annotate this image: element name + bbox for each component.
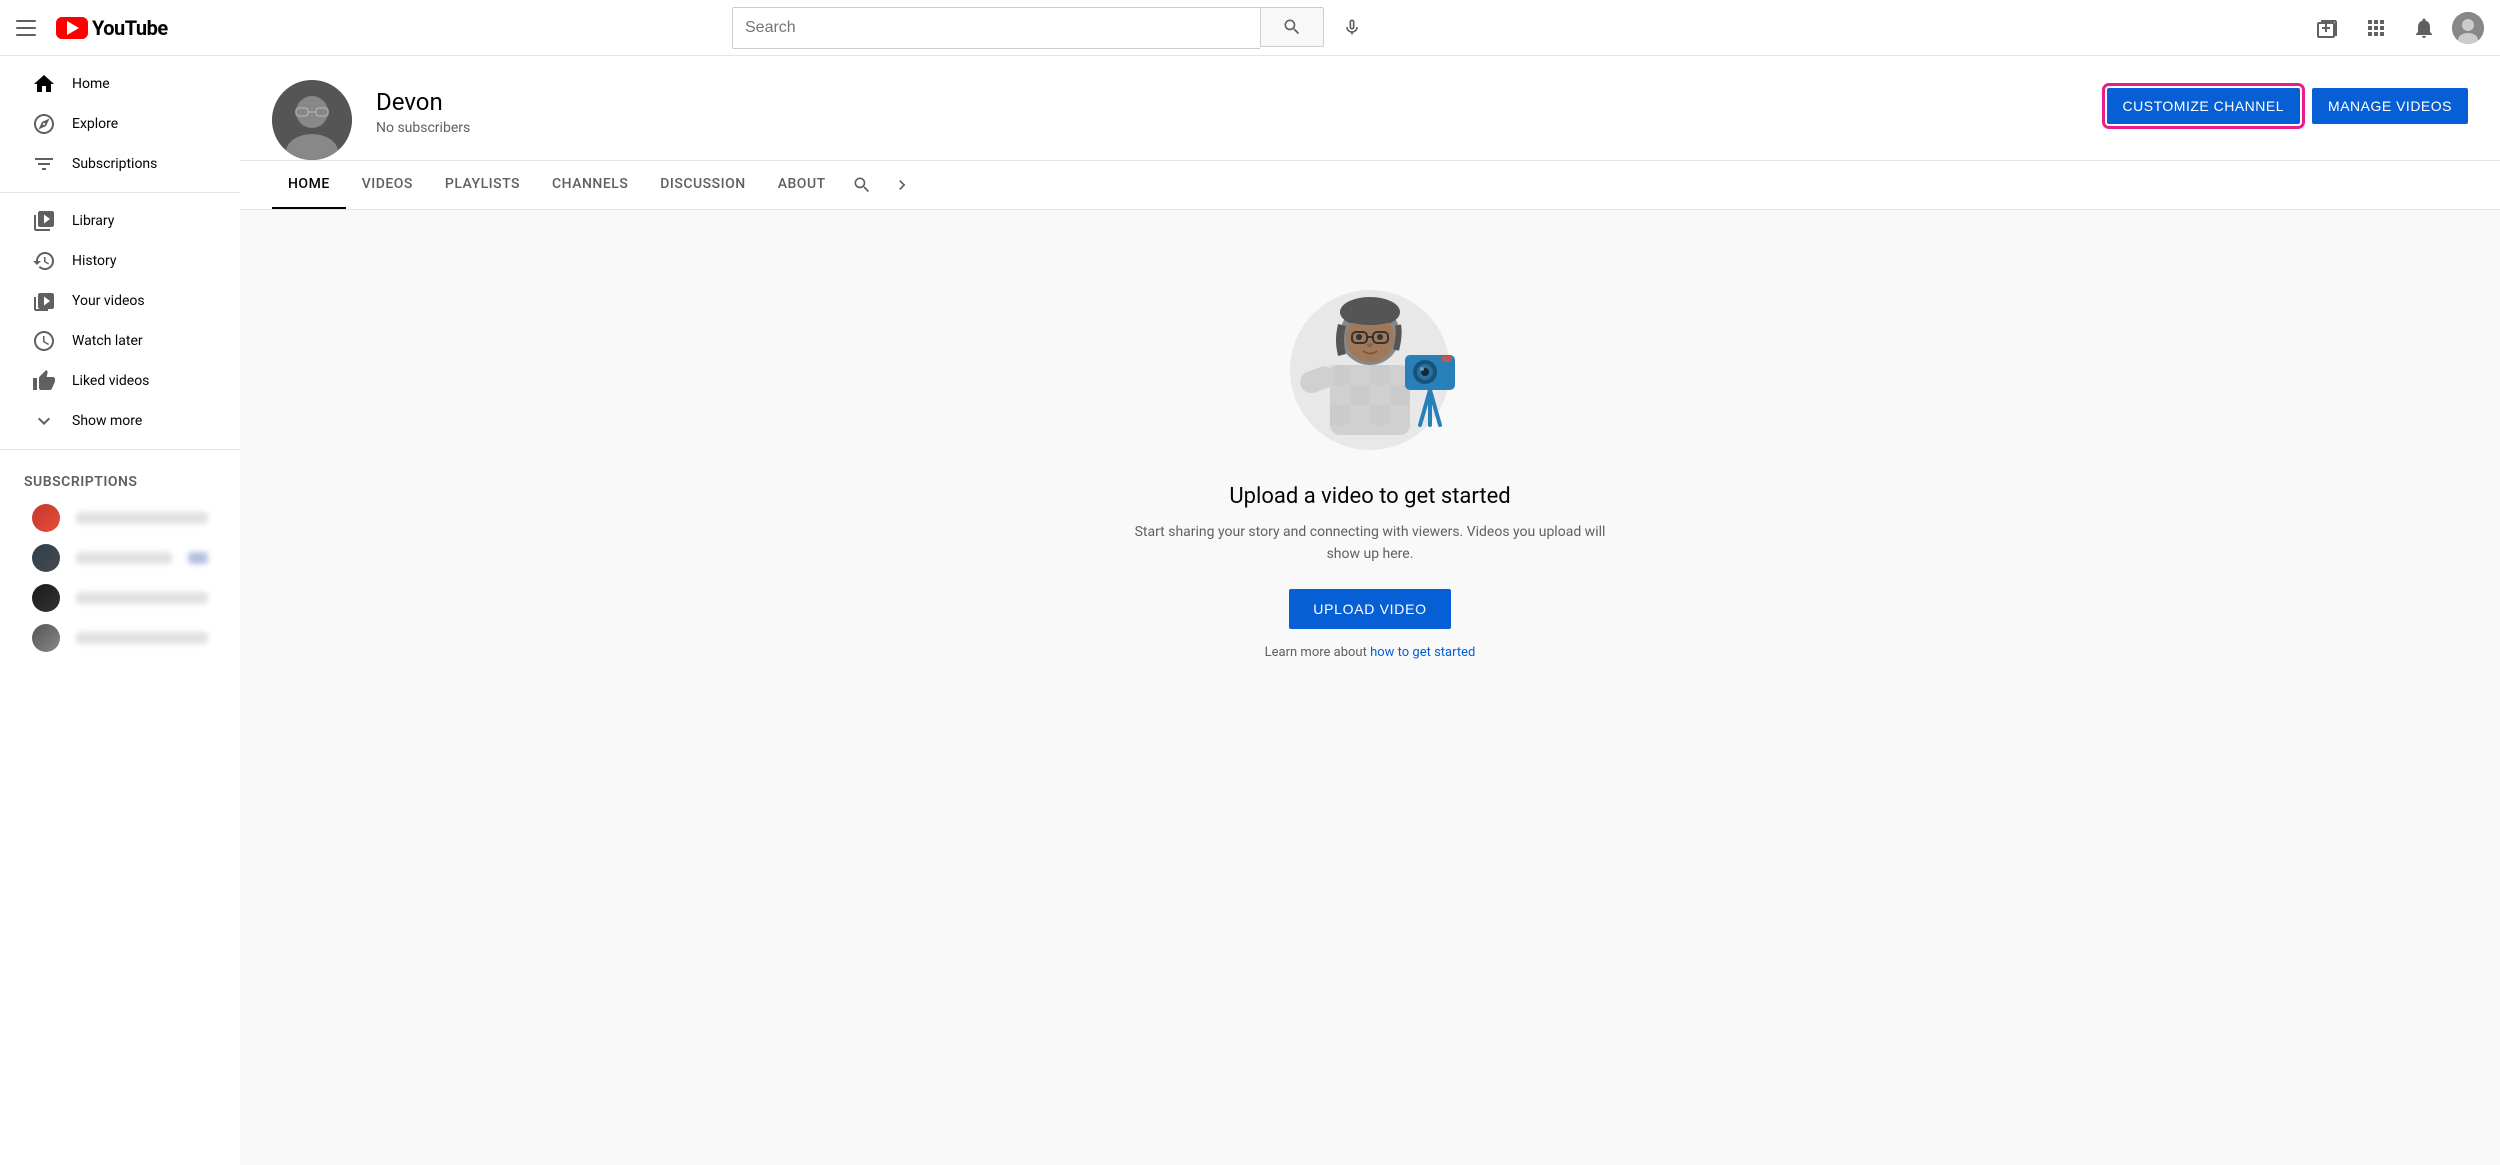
- yt-logo-icon: [56, 17, 88, 39]
- sidebar-divider-1: [0, 192, 240, 193]
- sub-label-3: [76, 592, 208, 604]
- channel-name: Devon: [376, 88, 2083, 116]
- channel-info: Devon No subscribers: [376, 80, 2083, 136]
- tab-chevron-right[interactable]: [882, 165, 922, 205]
- subscription-item-2[interactable]: [8, 538, 232, 578]
- sub-label-2: [76, 552, 172, 564]
- subscriptions-icon: [32, 152, 56, 176]
- tab-home[interactable]: HOME: [272, 161, 346, 209]
- sidebar-item-explore[interactable]: Explore: [8, 104, 232, 144]
- apps-icon: [2364, 16, 2388, 40]
- tab-search-button[interactable]: [842, 165, 882, 205]
- sub-thumb-2: [32, 544, 60, 572]
- search-input-wrap: [732, 7, 1260, 49]
- history-icon: [32, 249, 56, 273]
- chevron-right-icon: [892, 175, 912, 195]
- empty-state-subtitle: Start sharing your story and connecting …: [1130, 521, 1610, 566]
- learn-more-text: Learn more about how to get started: [1265, 645, 1476, 660]
- channel-subscribers: No subscribers: [376, 120, 2083, 136]
- home-icon: [32, 72, 56, 96]
- channel-tabs-wrapper: HOME VIDEOS PLAYLISTS CHANNELS DISCUSSIO…: [240, 161, 2500, 210]
- tab-search-icon: [852, 175, 872, 195]
- empty-state-illustration: [1270, 260, 1470, 460]
- tab-videos[interactable]: VIDEOS: [346, 161, 429, 209]
- channel-avatar-image: [272, 80, 352, 160]
- search-input[interactable]: [733, 8, 1260, 48]
- subscription-item-3[interactable]: [8, 578, 232, 618]
- subscription-item-1[interactable]: [8, 498, 232, 538]
- sub-badge-2: [188, 552, 208, 564]
- sidebar-item-your-videos[interactable]: Your videos: [8, 281, 232, 321]
- explore-icon: [32, 112, 56, 136]
- yt-logo-text: YouTube: [92, 16, 168, 40]
- sub-label-1: [76, 512, 208, 524]
- upload-video-button[interactable]: UPLOAD VIDEO: [1289, 589, 1450, 629]
- sidebar-divider-2: [0, 449, 240, 450]
- sidebar-item-liked-videos[interactable]: Liked videos: [8, 361, 232, 401]
- search-form: [732, 7, 1372, 49]
- mic-icon: [1342, 17, 1362, 37]
- channel-actions: CUSTOMIZE CHANNEL MANAGE VIDEOS: [2107, 80, 2468, 124]
- sidebar-item-library[interactable]: Library: [8, 201, 232, 241]
- tab-about[interactable]: ABOUT: [762, 161, 842, 209]
- your-videos-icon: [32, 289, 56, 313]
- menu-button[interactable]: [16, 16, 40, 40]
- main-content: Devon No subscribers CUSTOMIZE CHANNEL M…: [240, 56, 2500, 1165]
- sub-thumb-4: [32, 624, 60, 652]
- notifications-button[interactable]: [2404, 8, 2444, 48]
- nav-right: [2308, 8, 2484, 48]
- empty-state-title: Upload a video to get started: [1229, 484, 1510, 509]
- search-icon: [1282, 17, 1302, 37]
- search-button[interactable]: [1260, 7, 1324, 47]
- library-icon: [32, 209, 56, 233]
- mic-button[interactable]: [1332, 7, 1372, 47]
- sub-thumb-1: [32, 504, 60, 532]
- subscription-item-4[interactable]: [8, 618, 232, 658]
- channel-content-area: Upload a video to get started Start shar…: [240, 210, 2500, 710]
- create-icon: [2316, 16, 2340, 40]
- avatar-image: [2452, 12, 2484, 44]
- tab-discussion[interactable]: DISCUSSION: [644, 161, 761, 209]
- apps-button[interactable]: [2356, 8, 2396, 48]
- liked-videos-icon: [32, 369, 56, 393]
- sidebar-item-subscriptions[interactable]: Subscriptions: [8, 144, 232, 184]
- channel-header: Devon No subscribers CUSTOMIZE CHANNEL M…: [240, 56, 2500, 161]
- bell-icon: [2412, 16, 2436, 40]
- sidebar-item-watch-later[interactable]: Watch later: [8, 321, 232, 361]
- avatar[interactable]: [2452, 12, 2484, 44]
- channel-tabs: HOME VIDEOS PLAYLISTS CHANNELS DISCUSSIO…: [240, 161, 2500, 209]
- how-to-get-started-link[interactable]: how to get started: [1370, 645, 1475, 660]
- tab-playlists[interactable]: PLAYLISTS: [429, 161, 536, 209]
- subscriptions-label: SUBSCRIPTIONS: [0, 458, 240, 498]
- sidebar-item-home[interactable]: Home: [8, 64, 232, 104]
- manage-videos-button[interactable]: MANAGE VIDEOS: [2312, 88, 2468, 124]
- watch-later-icon: [32, 329, 56, 353]
- sidebar-item-show-more[interactable]: Show more: [8, 401, 232, 441]
- tab-channels[interactable]: CHANNELS: [536, 161, 644, 209]
- sidebar: Home Explore Subscriptions Library Histo…: [0, 56, 240, 1165]
- sidebar-item-history[interactable]: History: [8, 241, 232, 281]
- nav-left: YouTube: [16, 16, 256, 40]
- show-more-icon: [32, 409, 56, 433]
- sub-label-4: [76, 632, 208, 644]
- illustration-svg: [1270, 260, 1470, 460]
- customize-channel-button[interactable]: CUSTOMIZE CHANNEL: [2107, 88, 2300, 124]
- top-navigation: YouTube: [0, 0, 2500, 56]
- create-button[interactable]: [2308, 8, 2348, 48]
- sub-thumb-3: [32, 584, 60, 612]
- channel-avatar: [272, 80, 352, 160]
- youtube-logo[interactable]: YouTube: [56, 16, 168, 40]
